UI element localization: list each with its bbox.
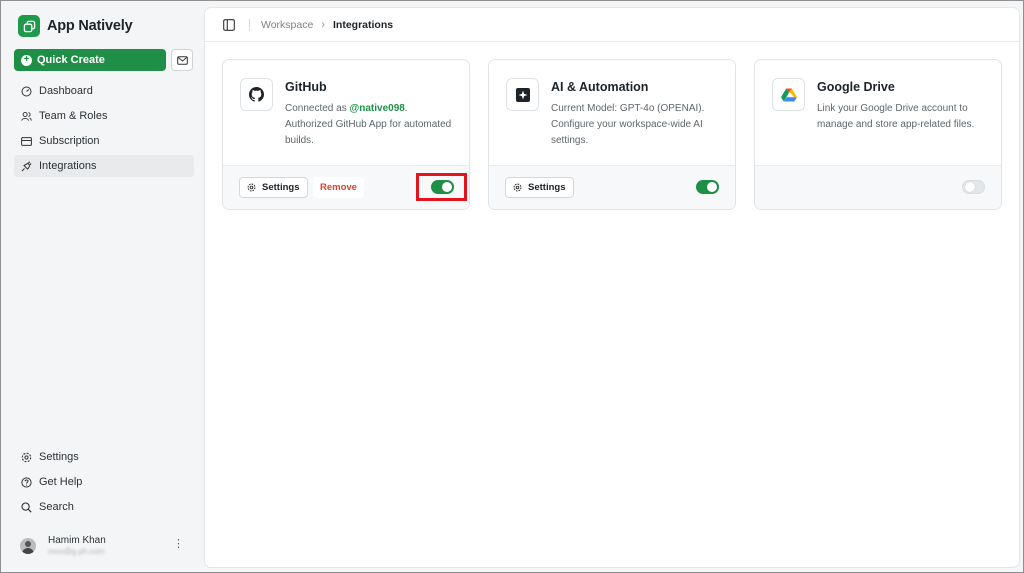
github-remove-button[interactable]: Remove — [313, 177, 364, 198]
plus-icon: + — [21, 54, 32, 66]
integration-card-github: GitHub Connected as @native098. Authoriz… — [222, 59, 470, 210]
search-icon — [21, 501, 32, 513]
user-name: Hamim Khan — [48, 535, 106, 546]
breadcrumb-workspace[interactable]: Workspace — [261, 19, 313, 31]
more-vertical-icon[interactable]: ⋮ — [173, 539, 184, 550]
sidebar-item-get-help[interactable]: Get Help — [14, 471, 194, 493]
card-title: Google Drive — [817, 80, 895, 94]
google-drive-toggle[interactable] — [962, 180, 985, 194]
brand[interactable]: App Natively — [18, 15, 133, 37]
quick-create-label: Quick Create — [37, 54, 105, 66]
integration-card-google-drive: Google Drive Link your Google Drive acco… — [754, 59, 1002, 210]
quick-create-button[interactable]: + Quick Create — [14, 49, 166, 71]
card-title: AI & Automation — [551, 80, 649, 94]
sparkle-icon — [506, 78, 539, 111]
breadcrumb: Workspace › Integrations — [261, 19, 393, 31]
user-email: moo@g.ph.com — [48, 547, 105, 556]
main-panel: Workspace › Integrations GitHub Connecte… — [204, 7, 1020, 568]
sidebar-item-subscription[interactable]: Subscription — [14, 130, 194, 152]
sidebar-toggle-icon[interactable] — [223, 18, 235, 31]
sidebar-item-label: Search — [39, 501, 74, 513]
app-name: App Natively — [47, 18, 133, 34]
sidebar-item-label: Dashboard — [39, 85, 93, 97]
app-window: App Natively + Quick Create Dashboard Te… — [0, 0, 1024, 573]
card-description: Link your Google Drive account to manage… — [817, 103, 975, 130]
sidebar-item-integrations[interactable]: Integrations — [14, 155, 194, 177]
github-icon — [240, 78, 273, 111]
card-footer: Settings — [489, 165, 735, 209]
google-drive-icon — [772, 78, 805, 111]
github-handle: @native098 — [349, 103, 405, 114]
users-icon — [21, 111, 32, 122]
gauge-icon — [21, 86, 32, 97]
sidebar-nav: Dashboard Team & Roles Subscription Inte… — [14, 80, 194, 180]
gear-icon — [247, 183, 256, 192]
integration-card-ai-automation: AI & Automation Current Model: GPT-4o (O… — [488, 59, 736, 210]
sidebar-item-label: Get Help — [39, 476, 83, 488]
divider — [249, 18, 250, 31]
breadcrumb-integrations: Integrations — [333, 18, 394, 31]
card-footer — [755, 165, 1001, 209]
gear-icon — [21, 452, 32, 463]
card-description: Connected as @native098. Authorized GitH… — [285, 101, 457, 149]
sidebar: App Natively + Quick Create Dashboard Te… — [2, 2, 203, 573]
card-footer: Settings Remove — [223, 165, 469, 209]
help-circle-icon — [21, 476, 32, 488]
ai-settings-button[interactable]: Settings — [505, 177, 575, 198]
gear-icon — [513, 183, 522, 192]
avatar — [20, 538, 36, 554]
sidebar-item-search[interactable]: Search — [14, 496, 194, 518]
settings-label: Settings — [262, 182, 300, 193]
sidebar-item-settings[interactable]: Settings — [14, 446, 194, 468]
toggle-knob — [965, 182, 975, 192]
github-settings-button[interactable]: Settings — [239, 177, 309, 198]
sidebar-item-label: Settings — [39, 451, 79, 463]
card-description: Current Model: GPT-4o (OPENAI). Configur… — [551, 103, 705, 146]
sidebar-item-dashboard[interactable]: Dashboard — [14, 80, 194, 102]
toggle-knob — [707, 182, 717, 192]
github-toggle[interactable] — [431, 180, 454, 194]
sidebar-item-team-roles[interactable]: Team & Roles — [14, 105, 194, 127]
sidebar-item-label: Integrations — [39, 160, 97, 172]
settings-label: Settings — [528, 182, 566, 193]
desc-prefix: Connected as — [285, 103, 350, 114]
app-logo-icon — [18, 15, 40, 37]
card-title: GitHub — [285, 80, 327, 94]
sidebar-item-label: Subscription — [39, 135, 100, 147]
card-icon — [21, 136, 32, 147]
inbox-button[interactable] — [171, 49, 193, 71]
breadcrumb-separator: › — [321, 18, 325, 31]
top-bar: Workspace › Integrations — [205, 8, 1019, 42]
toggle-knob — [442, 182, 452, 192]
mail-icon — [176, 55, 188, 65]
sidebar-bottom-nav: Settings Get Help Search — [14, 446, 194, 521]
ai-toggle[interactable] — [696, 180, 719, 194]
plug-icon — [21, 160, 32, 172]
user-profile[interactable]: Hamim Khan moo@g.ph.com ⋮ — [20, 534, 192, 558]
sidebar-item-label: Team & Roles — [39, 110, 108, 122]
